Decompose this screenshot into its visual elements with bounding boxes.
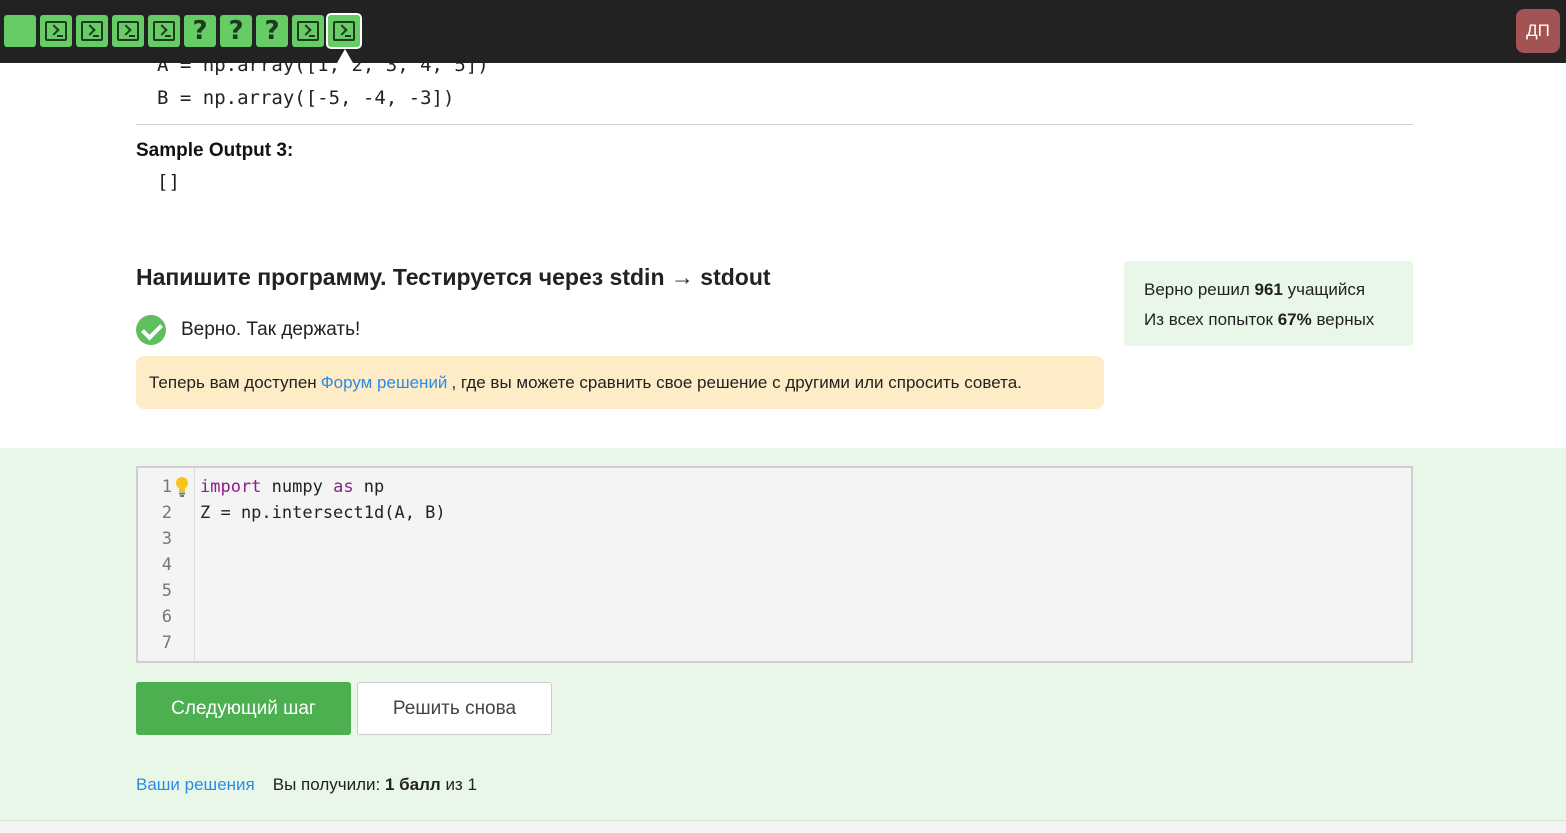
- code-line-1: import numpy as np: [200, 477, 384, 497]
- question-icon: ?: [264, 16, 280, 46]
- code-icon: [333, 21, 355, 41]
- check-circle-icon: [136, 315, 166, 345]
- line-number: 2: [161, 503, 172, 523]
- task-title: Напишите программу. Тестируется через st…: [136, 264, 771, 290]
- stats-solved-count: 961: [1254, 280, 1283, 299]
- stats-accuracy-suffix: верных: [1316, 310, 1375, 329]
- keyword-import: import: [200, 477, 262, 497]
- question-icon: ?: [228, 16, 244, 46]
- user-avatar[interactable]: ДП: [1516, 9, 1560, 53]
- stats-accuracy: Из всех попыток 67% верных: [1144, 305, 1413, 335]
- code-icon: [297, 21, 319, 41]
- code-editor[interactable]: 1 2 3 4 5 6 7 import numpy as np Z = np.…: [136, 466, 1413, 663]
- next-step-button[interactable]: Следующий шаг: [136, 682, 351, 735]
- step-4[interactable]: [112, 15, 144, 47]
- stats-solved: Верно решил 961 учащийся: [1144, 275, 1413, 305]
- line-number: 6: [161, 607, 172, 627]
- stats-solved-prefix: Верно решил: [1144, 280, 1250, 299]
- step-8[interactable]: ?: [256, 15, 288, 47]
- lightbulb-icon[interactable]: [175, 476, 189, 498]
- score-summary: Вы получили: 1 балл из 1: [273, 775, 477, 795]
- line-number: 4: [161, 555, 172, 575]
- section-divider: [136, 124, 1413, 125]
- question-icon: ?: [192, 16, 208, 46]
- stats-solved-suffix: учащийся: [1287, 280, 1366, 299]
- step-7[interactable]: ?: [220, 15, 252, 47]
- step-10-current[interactable]: [326, 13, 362, 63]
- step-1[interactable]: [4, 15, 36, 47]
- verdict-text: Верно. Так держать!: [181, 319, 361, 340]
- notice-text-after: , где вы можете сравнить свое решение с …: [451, 372, 1022, 392]
- line-number: 3: [161, 529, 172, 549]
- score-value: 1 балл: [384, 775, 441, 794]
- sample-input-line-b: B = np.array([-5, -4, -3]): [157, 87, 455, 109]
- code-icon: [45, 21, 67, 41]
- line-number: 7: [161, 633, 172, 653]
- line-number-gutter: 1 2 3 4 5 6 7: [138, 468, 195, 661]
- module-alias: np: [353, 477, 385, 497]
- code-icon: [153, 21, 175, 41]
- solutions-forum-link[interactable]: Форум решений: [321, 373, 448, 393]
- step-6[interactable]: ?: [184, 15, 216, 47]
- top-navigation-bar: ? ? ? ДП: [0, 0, 1566, 63]
- step-5[interactable]: [148, 15, 180, 47]
- sample-output-title: Sample Output 3:: [136, 140, 294, 161]
- notice-text-before: Теперь вам доступен: [149, 372, 317, 392]
- your-solutions-link[interactable]: Ваши решения: [136, 775, 255, 795]
- keyword-as: as: [333, 477, 354, 497]
- stats-accuracy-percent: 67%: [1277, 310, 1312, 329]
- code-icon: [81, 21, 103, 41]
- step-2[interactable]: [40, 15, 72, 47]
- score-suffix: из 1: [445, 775, 477, 794]
- line-number: 1: [161, 477, 172, 497]
- forum-notice: Теперь вам доступен Форум решений , где …: [136, 356, 1104, 409]
- submission-footer: Ваши решения Вы получили: 1 балл из 1: [136, 775, 477, 795]
- line-number: 5: [161, 581, 172, 601]
- code-icon: [117, 21, 139, 41]
- step-9[interactable]: [292, 15, 324, 47]
- module-name: numpy: [261, 477, 334, 497]
- stats-accuracy-prefix: Из всех попыток: [1144, 310, 1273, 329]
- lesson-steps: ? ? ?: [4, 13, 362, 63]
- verdict: Верно. Так держать!: [136, 315, 360, 345]
- page-bottom-strip: [0, 820, 1566, 833]
- code-line-2: Z = np.intersect1d(A, B): [200, 503, 446, 523]
- solve-stats: Верно решил 961 учащийся Из всех попыток…: [1124, 261, 1413, 346]
- score-prefix: Вы получили:: [272, 775, 381, 794]
- solve-again-button[interactable]: Решить снова: [357, 682, 552, 735]
- step-3[interactable]: [76, 15, 108, 47]
- sample-output-value: []: [157, 171, 180, 193]
